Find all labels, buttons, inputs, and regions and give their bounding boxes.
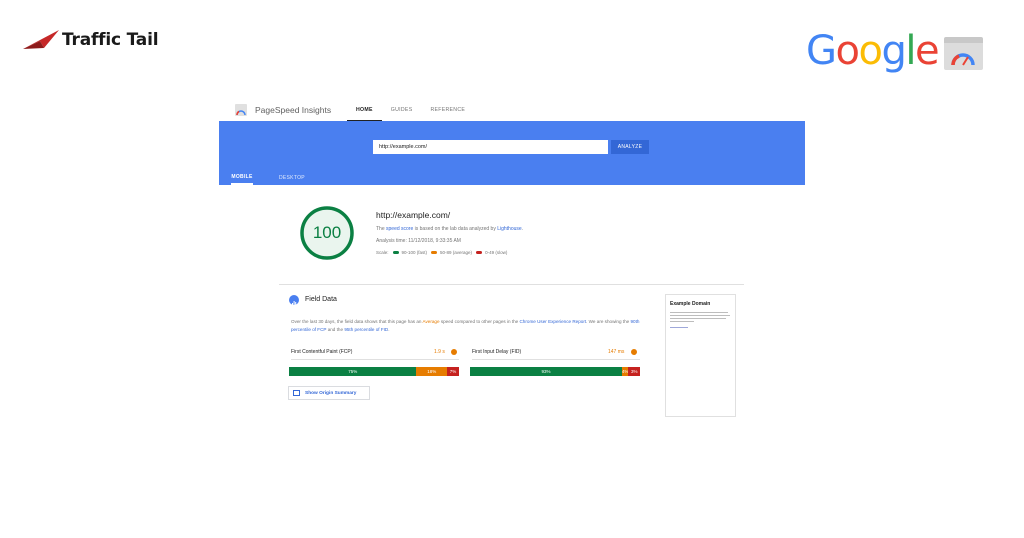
fid-distribution-bar: 93% 4% 3% [470,367,640,376]
google-letter: l [905,28,916,74]
pagespeed-icon [944,37,983,70]
google-letter: o [858,28,882,74]
lighthouse-link[interactable]: Lighthouse [497,226,521,232]
scale-label: Scale: [376,250,389,255]
psi-nav: HOME GUIDES REFERENCE [347,99,474,121]
crux-link[interactable]: Chrome User Experience Report [519,319,586,324]
preview-text-line [670,312,728,314]
fid-percentile-link[interactable]: 95th percentile of FID [344,327,388,332]
analysis-time: Analysis time: 11/12/2018, 9:33:35 AM [376,238,461,244]
field-data-title: Field Data [305,296,337,303]
fid-underline [472,359,640,360]
fcp-value: 1.9 s [434,349,445,355]
scale-slow-pill [476,251,483,254]
traffic-tail-logo: Traffic Tail [22,28,159,52]
traffic-tail-arrow-icon [23,30,59,49]
fid-warning-icon [631,349,637,355]
psi-topbar: PageSpeed Insights [219,99,805,121]
fcp-underline [291,359,459,360]
fcp-segment-slow: 7% [447,367,459,376]
fcp-segment-fast: 75% [289,367,417,376]
analyze-button[interactable]: ANALYZE [611,140,649,154]
fid-segment-slow: 3% [628,367,640,376]
fcp-segment-average: 18% [416,367,447,376]
fd-desc-2: speed compared to other pages in the [439,319,520,324]
show-origin-summary-button[interactable]: Show Origin Summary [288,386,370,400]
scale-fast-pill [392,251,399,254]
google-letter: G [806,28,837,74]
preview-text-line [670,321,694,323]
fid-segment-fast: 93% [470,367,622,376]
tab-desktop[interactable]: DESKTOP [279,171,305,185]
preview-text-line [670,318,726,320]
fid-label: First Input Delay (FID) [472,349,522,355]
fcp-distribution-bar: 75% 18% 7% [289,367,459,376]
page-preview-card: Example Domain [665,294,736,417]
nav-reference[interactable]: REFERENCE [421,99,474,121]
fd-desc-5: . [388,327,390,332]
speed-score-link[interactable]: speed score [386,226,413,232]
scale-average: 50-89 (average) [440,250,473,255]
speed-note-middle: is based on the lab data analyzed by [413,226,498,232]
url-input[interactable] [373,140,608,154]
speed-score-note: The speed score is based on the lab data… [376,226,523,232]
tab-mobile[interactable]: MOBILE [231,171,253,185]
field-data-description: Over the last 30 days, the field data sh… [291,318,651,334]
section-divider [279,284,744,285]
field-data-icon [289,295,299,305]
score-scale: Scale: 90-100 (fast) 50-89 (average) 0-4… [376,250,507,255]
scale-slow: 0-49 (slow) [485,250,508,255]
google-letter: g [881,28,906,74]
fd-desc-average: Average [422,319,440,324]
page: Traffic Tail Google PageSpeed Insights H… [0,0,1024,538]
preview-title: Example Domain [670,301,711,307]
fcp-warning-icon [451,349,457,355]
fcp-label: First Contentful Paint (FCP) [291,349,353,355]
psi-logo-icon [235,104,247,116]
pagespeed-screenshot: PageSpeed Insights HOME GUIDES REFERENCE… [219,99,805,417]
search-banner: ANALYZE MOBILE DESKTOP [219,121,805,185]
nav-guides[interactable]: GUIDES [382,99,422,121]
scale-average-pill [431,251,438,254]
tested-url: http://example.com/ [376,210,451,220]
nav-home[interactable]: HOME [347,99,382,121]
performance-score: 100 [312,223,342,242]
traffic-tail-wordmark: Traffic Tail [62,30,159,50]
google-letter: e [914,28,940,74]
psi-brand: PageSpeed Insights [255,105,332,115]
origin-summary-icon [293,390,300,396]
scale-fast: 90-100 (fast) [401,250,428,255]
speed-note-suffix: . [521,226,524,232]
fid-value: 147 ms [608,349,625,355]
google-logo: Google [806,27,940,75]
fd-desc-3: . We are showing the [586,319,631,324]
preview-text-line [670,315,730,317]
fd-desc-4: and the [326,327,345,332]
speed-note-prefix: The [376,226,387,232]
origin-summary-label: Show Origin Summary [305,390,357,396]
google-letter: o [835,28,860,74]
fd-desc-1: Over the last 30 days, the field data sh… [291,319,423,324]
preview-more-info-link [670,327,688,329]
